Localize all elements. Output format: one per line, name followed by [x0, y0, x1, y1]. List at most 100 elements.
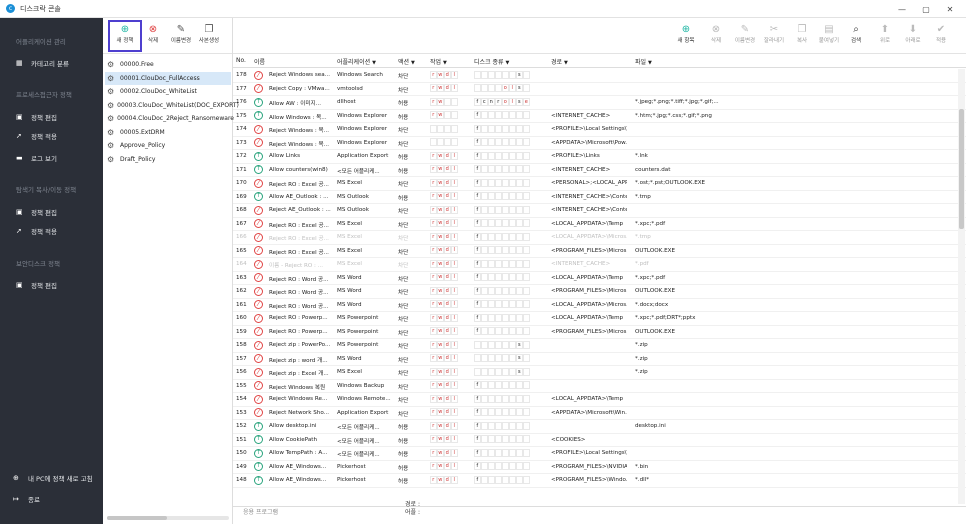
column-file[interactable]: 파일 ▼ — [635, 57, 652, 66]
table-row[interactable]: 175 ↑ Allow Windows : 목... Windows Explorer… — [233, 110, 966, 123]
sidebar-item-explorer-policy-edit[interactable]: ▣ 정책 편집 — [16, 207, 57, 217]
table-row[interactable]: 168 ⁄ Reject AE_Outlook : ... MS Outlook 차단 r… — [233, 204, 966, 218]
table-row[interactable]: 148 ↑ Allow AE_Windows... Pickerhost 허용 r w d l f… — [233, 474, 966, 488]
rule-path: <APPDATA>\Microsoft\Pow... — [551, 139, 627, 146]
op-badge: l — [451, 367, 458, 376]
table-row[interactable]: 164⁄이름 - Reject RO : ...MS Excel차단rwdlfc… — [233, 258, 966, 272]
table-row[interactable]: 167 ⁄ Reject RO : Excel 공... MS Excel 차단 r w d l… — [233, 218, 966, 231]
table-row[interactable]: 166 ⁄ Reject RO : Excel 공... MS Excel 차단 r w d l… — [233, 231, 966, 245]
table-row[interactable]: 174 ⁄ Reject Windows : 목... Windows Explore… — [233, 123, 966, 137]
delete-item-button[interactable]: ⊗ 삭제 — [700, 24, 732, 44]
rule-app: <모든 어플리케... — [337, 168, 380, 175]
tree-item[interactable]: ⚙ 00000.Free — [105, 58, 231, 71]
new-item-button[interactable]: ⊕ 새 항목 — [670, 24, 702, 44]
copy-policy-button[interactable]: ❐ 사본생성 — [195, 23, 223, 44]
table-row[interactable]: 170 ⁄ Reject RO : Excel 공... MS Excel 차단 r w d l… — [233, 177, 966, 191]
row-number: 168 — [236, 207, 247, 213]
sidebar-item-category[interactable]: ▦ 카테고리 분류 — [16, 58, 69, 68]
table-row[interactable]: 154 ⁄ Reject Windows Re... Windows Remote..… — [233, 393, 966, 407]
tree-item[interactable]: ⚙ 00004.ClouDoc_2Reject_Ransomeware — [105, 112, 234, 125]
exit-button[interactable]: ↦ 종료 — [13, 494, 40, 504]
table-row[interactable]: 157⁄Reject zip : word 개...MS Word차단rwdlf… — [233, 353, 966, 366]
disk-badge: n — [488, 462, 495, 470]
column-no[interactable]: No. — [236, 57, 246, 64]
sidebar-item-policy-edit[interactable]: ▣ 정책 편집 — [0, 107, 103, 123]
table-row[interactable]: 158 ⁄ Reject zip : PowerPo... MS Powerpoint… — [233, 339, 966, 353]
tree-item[interactable]: ⚙ Approve_Policy — [105, 139, 231, 152]
disk-badge: s — [516, 286, 523, 295]
table-row[interactable]: 171 ↑ Allow counters(win8) <모든 어플리케... 허용 r w d… — [233, 164, 966, 177]
table-row[interactable]: 173 ⁄ Reject Windows : 목... Windows Explore… — [233, 137, 966, 150]
disk-badge: e — [523, 124, 530, 133]
disk-badge: o — [502, 124, 509, 133]
table-row[interactable]: 165 ⁄ Reject RO : Excel 공... MS Excel 차단 r w d l… — [233, 245, 966, 258]
table-row[interactable]: 150 ↑ Allow TempPath : A... <모든 어플리케... 허용 r w… — [233, 447, 966, 461]
tree-item[interactable]: ⚙ 00002.ClouDoc_WhiteList — [105, 85, 231, 98]
table-row[interactable]: 169 ↑ Allow AE_Outlook : ... MS Outlook 허용 r w… — [233, 191, 966, 204]
table-row[interactable]: 155 ⁄ Reject Windows 복원 Windows Backup 차단 r w d… — [233, 380, 966, 393]
op-badge: r — [430, 273, 437, 281]
sidebar-item-policy-apply[interactable]: ➚ 정책 적용 — [16, 131, 57, 141]
op-badge: w — [437, 111, 444, 119]
disk-badge: s — [516, 435, 523, 443]
tree-item[interactable]: ⚙ Draft_Policy — [105, 153, 231, 166]
refresh-policy-button[interactable]: ⊕ 내 PC에 정책 새로 고침 — [13, 473, 93, 483]
vertical-scrollbar[interactable] — [958, 69, 965, 504]
column-name[interactable]: 이름 — [254, 57, 265, 66]
column-disk[interactable]: 디스크 종류 ▼ — [474, 57, 509, 66]
table-row[interactable]: 149 ↑ Allow AE_Windows... Pickerhost 허용 r w d l f… — [233, 461, 966, 474]
table-row[interactable]: 163⁄Reject RO : Word 공...MS Word차단rwdlfc… — [233, 272, 966, 285]
deny-icon: ⁄ — [254, 259, 263, 269]
table-row[interactable]: 176↑Allow AW : 이미지...dllhost허용rwdlfcnrol… — [233, 96, 966, 110]
table-row[interactable]: 172 ↑ Allow Links Application Export 허용 r w d l f… — [233, 150, 966, 164]
table-row[interactable]: 178 ⁄ Reject Windows sea... Windows Search 차… — [233, 69, 966, 83]
table-row[interactable]: 156 ⁄ Reject zip : Excel 개... MS Excel 차단 r w d… — [233, 366, 966, 380]
rule-name: Allow TempPath : A... — [269, 450, 328, 456]
maximize-button[interactable]: ▢ — [914, 5, 938, 14]
minimize-button[interactable]: — — [890, 5, 914, 14]
disk-badge: s — [516, 354, 523, 362]
tree-horizontal-scrollbar[interactable] — [107, 516, 229, 520]
table-row[interactable]: 152↑Allow desktop.ini<모든 어플리케...허용rwdlfc… — [233, 420, 966, 434]
op-badge: d — [444, 435, 451, 443]
rule-ops: rwdl — [430, 273, 464, 281]
table-row[interactable]: 161⁄Reject RO : Word 공...MS Word차단rwdlfc… — [233, 299, 966, 312]
search-button[interactable]: ⌕ 검색 — [840, 24, 872, 44]
column-path[interactable]: 경로 ▼ — [551, 57, 568, 66]
table-row[interactable]: 151↑Allow CookiePath<모든 어플리케...허용rwdlfcn… — [233, 434, 966, 447]
column-action[interactable]: 액션 ▼ — [398, 57, 415, 66]
column-app[interactable]: 어플리케이션 ▼ — [337, 57, 376, 66]
table-row[interactable]: 159 ⁄ Reject RO : Powerp... MS Powerpoint 차단… — [233, 326, 966, 339]
op-badge: r — [430, 381, 437, 389]
table-row[interactable]: 162⁄Reject RO : Word 공...MS Word차단rwdlfc… — [233, 285, 966, 299]
op-badge: d — [444, 70, 451, 79]
tree-item[interactable]: ⚙ 00001.ClouDoc_FullAccess — [105, 71, 231, 85]
delete-policy-button[interactable]: ⊗ 삭제 — [139, 23, 167, 44]
rename-policy-button[interactable]: ✎ 이름변경 — [167, 23, 195, 44]
apply-button[interactable]: ✔ 적용 — [925, 24, 957, 44]
disk-badge: c — [481, 70, 488, 79]
rename-item-button[interactable]: ✎ 이름변경 — [729, 24, 761, 44]
policy-detail-panel: ⊕ 새 항목 ⊗ 삭제 ✎ 이름변경 ✂ 잘라내기 ❐ 복사 ▤ 붙여넣기 ⌕ 검색 ⬆ 위로 … — [233, 18, 966, 524]
rule-action: 차단 — [398, 209, 409, 215]
sidebar-item-log[interactable]: ▬ 로그 보기 — [16, 153, 57, 163]
table-row[interactable]: 160 ⁄ Reject RO : Powerp... MS Powerpoint 차단… — [233, 312, 966, 326]
app-label: 어플 : — [405, 509, 420, 516]
disk-badge: c — [481, 273, 488, 281]
sidebar-item-explorer-policy-apply[interactable]: ➚ 정책 적용 — [16, 226, 57, 236]
disk-badge: n — [488, 286, 495, 295]
rule-ops: rwdl — [430, 448, 464, 457]
disk-badge: o — [502, 97, 509, 106]
new-policy-button[interactable]: ⊕ 새 정책 — [111, 23, 139, 44]
sidebar-item-securedisk-policy-edit[interactable]: ▣ 정책 편집 — [16, 280, 57, 290]
disk-badge: e — [523, 151, 530, 160]
table-row[interactable]: 177⁄Reject Copy : VMwa...vmtoolsd차단rwdlf… — [233, 83, 966, 96]
close-button[interactable]: ✕ — [938, 5, 962, 14]
column-ops[interactable]: 작업 ▼ — [430, 57, 447, 66]
rule-path: <PROFILE>\Local Settings\T... — [551, 450, 627, 456]
tree-item[interactable]: ⚙ 00003.ClouDoc_WhiteList(DOC_EXPORT) — [105, 99, 239, 112]
tree-item[interactable]: ⚙ 00005.ExtDRM — [105, 126, 231, 139]
table-row[interactable]: 153 ⁄ Reject Network Sho... Application Exp… — [233, 407, 966, 420]
disk-badge: f — [474, 138, 481, 146]
disk-badge: s — [516, 178, 523, 187]
